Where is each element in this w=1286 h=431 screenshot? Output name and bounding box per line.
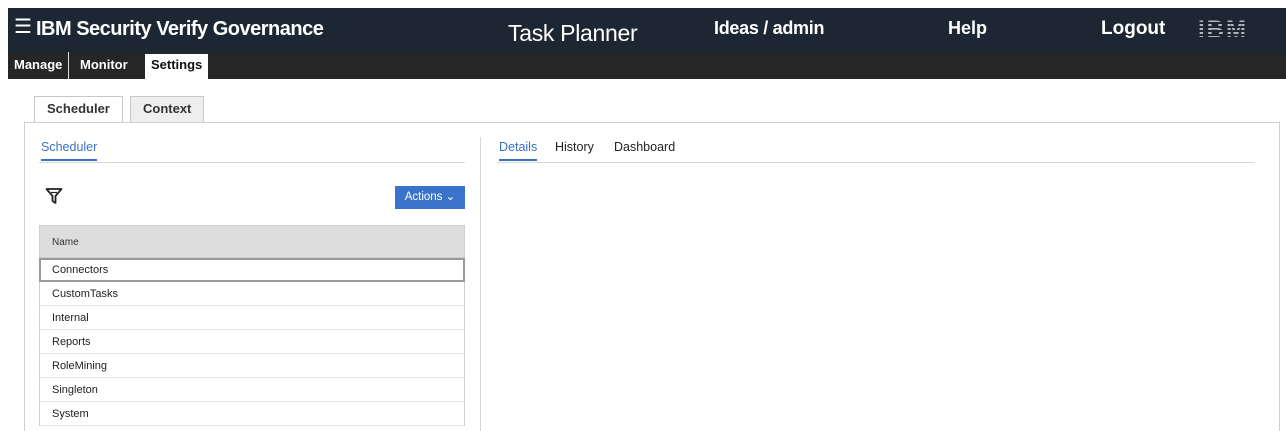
table-row[interactable]: Singleton [39,378,465,402]
tab-history[interactable]: History [555,140,594,159]
user-menu[interactable]: Ideas / admin [714,18,824,39]
table-row[interactable]: Internal [39,306,465,330]
module-title: Task Planner [508,20,638,46]
product-title: IBM Security Verify Governance [36,18,324,40]
scheduler-panel-header: Scheduler [39,137,465,163]
tab-scheduler[interactable]: Scheduler [34,96,123,123]
actions-button[interactable]: Actions ⌄ [395,186,465,209]
scheduler-table: Name Connectors CustomTasks Internal Rep… [39,225,465,426]
table-row[interactable]: RoleMining [39,354,465,378]
main-nav: Manage Monitor Settings [8,52,1286,79]
scheduler-panel: Scheduler Actions ⌄ Name Connectors Cust… [39,123,465,431]
scheduler-container: Scheduler Actions ⌄ Name Connectors Cust… [24,122,1280,431]
panel-divider[interactable] [480,137,481,431]
top-header: ☰ IBM Security Verify Governance Task Pl… [8,8,1286,52]
help-link[interactable]: Help [948,18,987,39]
ibm-logo: IBM [1198,16,1248,43]
logout-link[interactable]: Logout [1101,18,1165,40]
detail-tabs: Details History Dashboard [497,137,1255,163]
table-row[interactable]: Connectors [39,258,465,282]
tab-context[interactable]: Context [130,96,205,122]
table-row[interactable]: System [39,402,465,426]
nav-tab-monitor[interactable]: Monitor [74,52,134,79]
tab-details[interactable]: Details [499,140,538,161]
table-row[interactable]: CustomTasks [39,282,465,306]
nav-tab-manage[interactable]: Manage [8,52,70,79]
scheduler-panel-tab[interactable]: Scheduler [41,140,98,161]
hamburger-menu-icon[interactable]: ☰ [14,17,32,37]
tab-dashboard[interactable]: Dashboard [614,140,675,159]
nav-tab-settings[interactable]: Settings [145,54,209,79]
filter-icon[interactable] [45,187,63,205]
column-header-name[interactable]: Name [39,225,465,258]
table-row[interactable]: Reports [39,330,465,354]
